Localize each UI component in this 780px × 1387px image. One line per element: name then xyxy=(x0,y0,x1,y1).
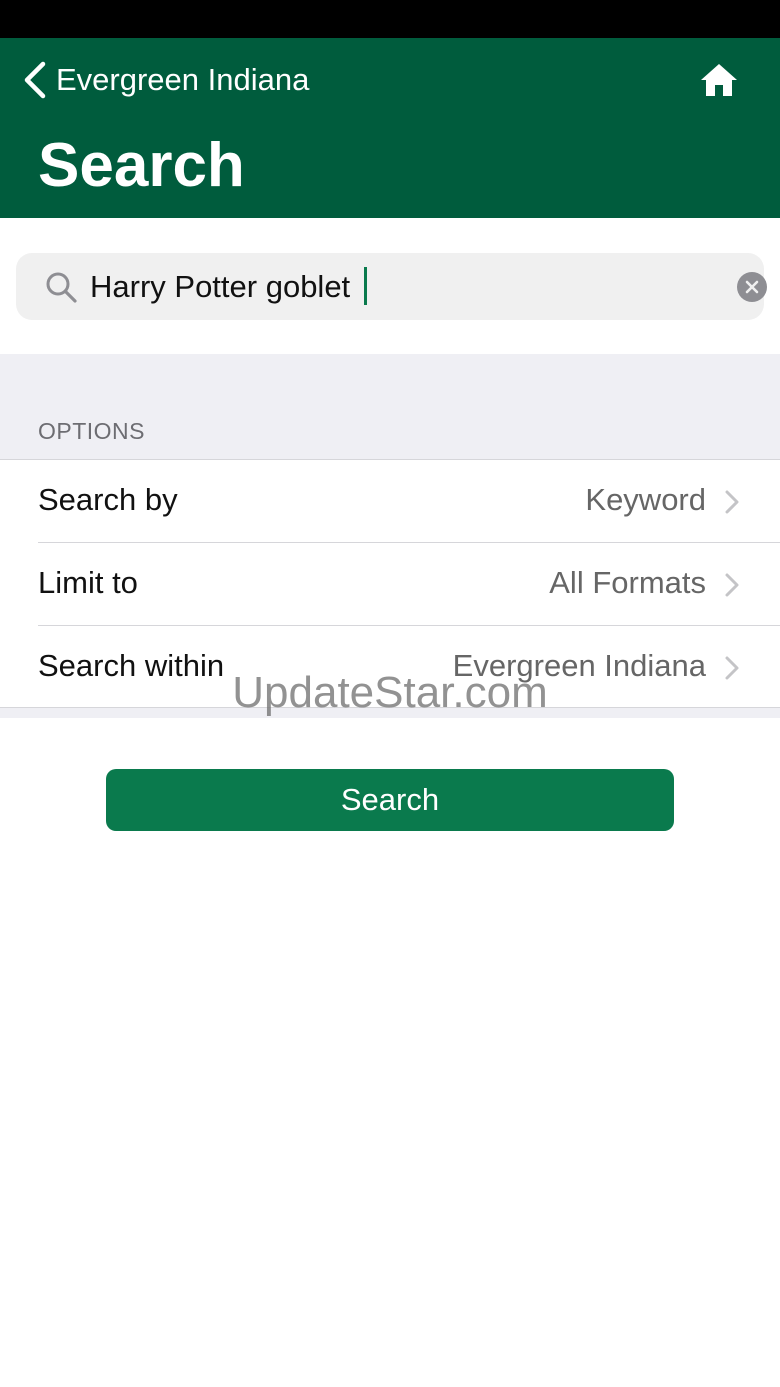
option-row-search-by[interactable]: Search by Keyword xyxy=(0,460,780,542)
search-section xyxy=(0,218,780,354)
text-cursor xyxy=(364,267,367,305)
options-section-header: OPTIONS xyxy=(0,354,780,459)
list-bottom-band xyxy=(0,707,780,718)
option-row-search-within[interactable]: Search within Evergreen Indiana xyxy=(0,626,780,708)
nav-header: Evergreen Indiana Search xyxy=(0,38,780,218)
chevron-right-icon xyxy=(725,490,739,514)
options-list: Search by Keyword Limit to All Formats S… xyxy=(0,459,780,708)
page-title: Search xyxy=(38,131,245,200)
options-header: OPTIONS xyxy=(38,418,146,444)
back-button[interactable]: Evergreen Indiana xyxy=(22,58,309,102)
clear-button[interactable] xyxy=(737,272,767,302)
option-row-limit-to[interactable]: Limit to All Formats xyxy=(0,543,780,625)
search-button[interactable]: Search xyxy=(106,769,674,831)
home-icon xyxy=(701,64,737,96)
option-value: All Formats xyxy=(549,565,706,600)
chevron-left-icon xyxy=(24,61,46,99)
chevron-right-icon xyxy=(725,573,739,597)
option-value: Keyword xyxy=(585,482,706,517)
chevron-right-icon xyxy=(725,656,739,680)
option-label: Search by xyxy=(38,482,178,517)
option-label: Search within xyxy=(38,648,225,683)
home-button[interactable] xyxy=(697,58,741,102)
search-field[interactable] xyxy=(16,253,767,320)
option-value: Evergreen Indiana xyxy=(452,648,706,683)
search-input[interactable] xyxy=(90,265,690,309)
option-label: Limit to xyxy=(38,565,138,600)
status-bar xyxy=(0,0,780,38)
magnifier-icon xyxy=(46,272,77,303)
back-label: Evergreen Indiana xyxy=(56,62,310,97)
clear-circle-icon xyxy=(745,280,759,294)
